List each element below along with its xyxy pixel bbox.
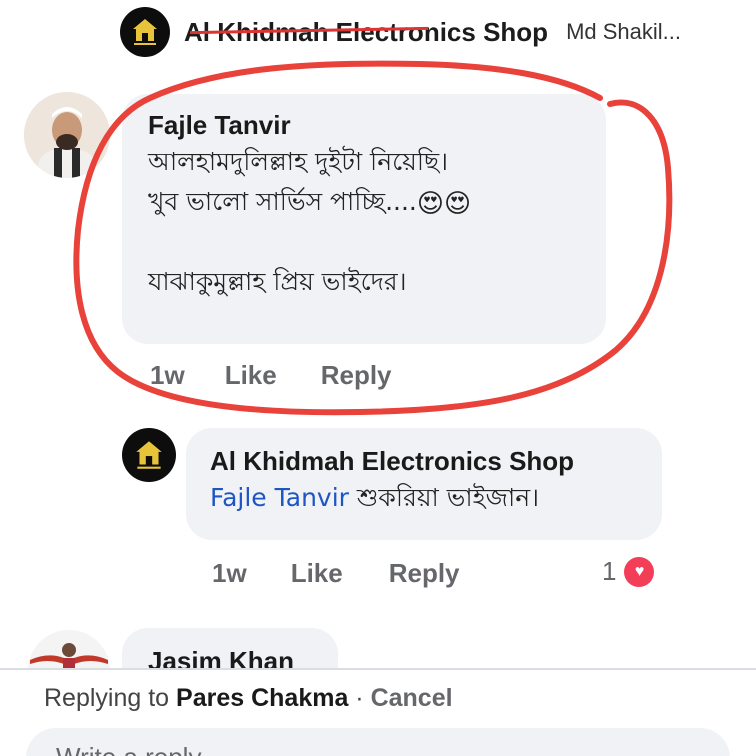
comment-line-3: যাঝাকুমুল্লাহ প্রিয় ভাইদের। (148, 267, 407, 296)
shop-logo-icon (133, 19, 157, 45)
like-button[interactable]: Like (291, 558, 343, 589)
reply-author[interactable]: Al Khidmah Electronics Shop (210, 444, 662, 478)
replying-target[interactable]: Pares Chakma (176, 684, 348, 712)
shop-logo-avatar-small[interactable] (122, 428, 176, 482)
cancel-reply-button[interactable]: Cancel (371, 684, 453, 712)
avatar-shop-reply[interactable] (122, 428, 176, 482)
tagged-user-link[interactable]: Fajle Tanvir (210, 483, 349, 512)
comment-time[interactable]: 1w (150, 360, 185, 391)
comment-bubble-shop-reply: Al Khidmah Electronics Shop Fajle Tanvir… (186, 428, 662, 540)
reply-text-line: Fajle Tanvir শুকরিয়া ভাইজান। (210, 478, 662, 518)
reply-input[interactable]: Write a reply... (26, 728, 730, 756)
comment-bubble-fajle-tanvir: Fajle Tanvir আলহামদুলিল্লাহ দুইটা নিয়েছ… (122, 94, 606, 344)
replying-prefix: Replying to (44, 684, 170, 712)
reply-text: শুকরিয়া ভাইজান। (356, 483, 540, 512)
comment-actions-2: 1w Like Reply (212, 558, 460, 589)
reaction-summary[interactable]: 1 ♥ (602, 556, 655, 587)
heart-reaction-icon: ♥ (624, 556, 655, 587)
reply-composer-bar: Replying to Pares Chakma · Cancel Write … (0, 668, 756, 756)
heart-eyes-emoji-icon: 😍😍 (416, 189, 472, 219)
avatar-fajle-tanvir[interactable] (24, 92, 110, 178)
replying-to-label: Replying to Pares Chakma · Cancel (44, 684, 453, 713)
comment-actions-1: 1w Like Reply (150, 360, 392, 391)
comment-author[interactable]: Fajle Tanvir (148, 108, 606, 142)
shop-logo-avatar[interactable] (120, 7, 170, 57)
reply-button[interactable]: Reply (389, 558, 460, 589)
thread-reply-preview[interactable]: Md Shakil... (566, 19, 681, 45)
reaction-count: 1 (602, 556, 617, 586)
shop-logo-icon (136, 441, 162, 469)
reply-input-placeholder: Write a reply... (56, 742, 221, 756)
reply-button[interactable]: Reply (321, 360, 392, 391)
thread-page-name[interactable]: Al Khidmah Electronics Shop (184, 17, 548, 48)
user-photo-icon (24, 92, 110, 178)
comment-line-2-text: খুব ভালো সার্ভিস পাচ্ছি.... (148, 187, 417, 216)
comment-line-1: আলহামদুলিল্লাহ দুইটা নিয়েছি। (148, 147, 449, 176)
reply-time[interactable]: 1w (212, 558, 247, 589)
like-button[interactable]: Like (225, 360, 277, 391)
comment-line-2: খুব ভালো সার্ভিস পাচ্ছি....😍😍 (148, 182, 606, 224)
replying-separator: · (348, 684, 371, 712)
thread-header: Al Khidmah Electronics Shop Md Shakil... (120, 7, 681, 57)
